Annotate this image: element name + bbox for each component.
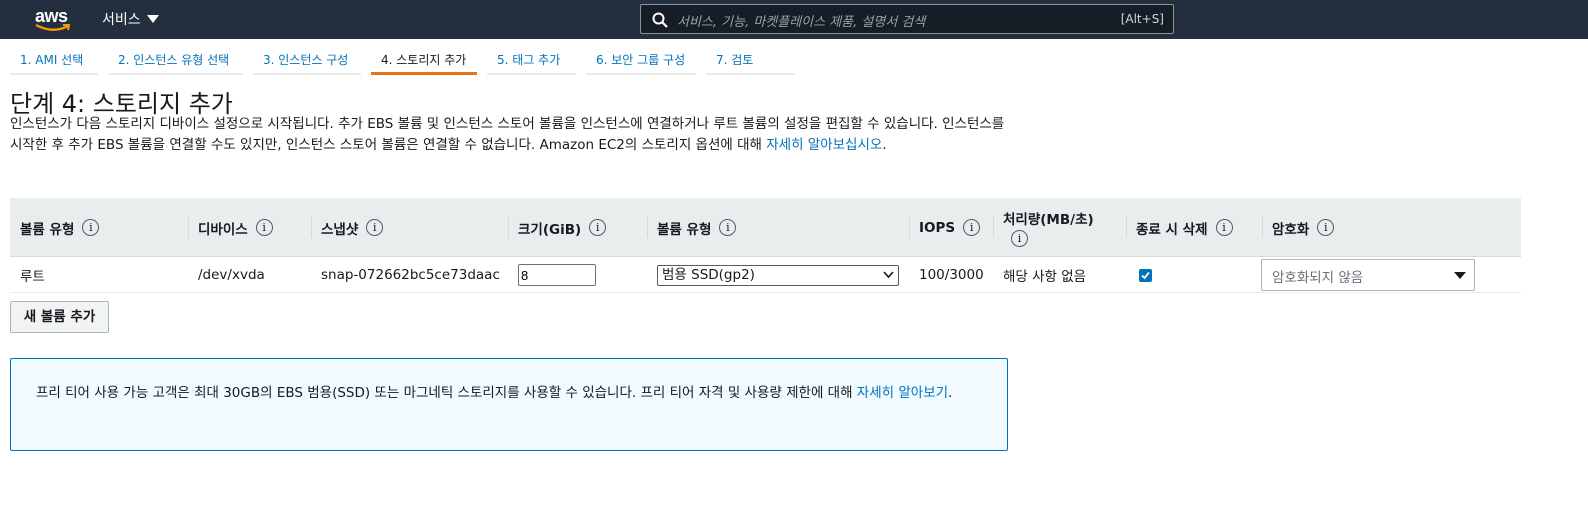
col-throughput: 처리량(MB/초) i xyxy=(993,198,1094,257)
tab-instance-type[interactable]: 2. 인스턴스 유형 선택 xyxy=(108,44,243,75)
col-volume-type: 볼륨 유형 i xyxy=(20,198,100,257)
free-tier-learn-more-link[interactable]: 자세히 알아보기 xyxy=(857,385,948,401)
cell-ebs-type: 범용 SSD(gp2) xyxy=(657,257,899,293)
volume-type-select[interactable]: 범용 SSD(gp2) xyxy=(657,264,899,286)
services-menu-button[interactable]: 서비스 xyxy=(102,9,159,29)
column-divider xyxy=(188,216,189,238)
col-snapshot: 스냅샷 i xyxy=(311,198,384,257)
learn-more-storage-link[interactable]: 자세히 알아보십시오 xyxy=(766,137,882,153)
info-icon[interactable]: i xyxy=(1011,230,1028,247)
checkmark-icon xyxy=(1141,271,1150,279)
column-divider xyxy=(1126,216,1127,238)
info-icon[interactable]: i xyxy=(719,219,737,236)
col-size: 크기(GiB) i xyxy=(508,198,607,257)
top-nav: aws 서비스 서비스, 기능, 마켓플레이스 제품, 설명서 검색 [Alt+… xyxy=(0,0,1588,39)
delete-on-termination-checkbox[interactable] xyxy=(1139,268,1152,282)
col-device: 디바이스 i xyxy=(188,198,273,257)
add-new-volume-button[interactable]: 새 볼륨 추가 xyxy=(10,301,109,333)
search-shortcut: [Alt+S] xyxy=(1120,12,1164,26)
col-delete-on-termination: 종료 시 삭제 i xyxy=(1126,198,1233,257)
info-icon[interactable]: i xyxy=(963,219,981,236)
col-encryption: 암호화 i xyxy=(1262,198,1335,257)
cell-encryption: 암호화되지 않음 xyxy=(1261,257,1475,293)
services-label: 서비스 xyxy=(102,12,141,28)
global-search-input[interactable]: 서비스, 기능, 마켓플레이스 제품, 설명서 검색 [Alt+S] xyxy=(640,4,1174,34)
encryption-select[interactable]: 암호화되지 않음 xyxy=(1261,259,1475,291)
aws-logo[interactable]: aws xyxy=(33,4,73,32)
info-icon[interactable]: i xyxy=(255,219,273,236)
info-icon[interactable]: i xyxy=(82,219,100,236)
info-icon[interactable]: i xyxy=(366,219,384,236)
info-icon[interactable]: i xyxy=(589,219,607,236)
column-divider xyxy=(508,216,509,238)
smile-arrow-icon xyxy=(35,23,71,31)
cell-volume-type: 루트 xyxy=(20,269,45,285)
search-icon xyxy=(652,12,668,28)
encryption-value: 암호화되지 않음 xyxy=(1272,270,1364,286)
column-divider xyxy=(647,216,648,238)
cell-throughput: 해당 사항 없음 xyxy=(1003,269,1087,285)
cell-size xyxy=(518,257,596,293)
table-row: 루트 /dev/xvda snap-072662bc5ce73daac 범용 S… xyxy=(10,257,1521,293)
cell-delete-on-termination xyxy=(1139,257,1152,293)
chevron-down-icon xyxy=(883,270,894,278)
volume-type-value: 범용 SSD(gp2) xyxy=(662,266,755,283)
column-divider xyxy=(993,216,994,238)
column-divider xyxy=(1262,216,1263,238)
info-icon[interactable]: i xyxy=(1317,219,1335,236)
caret-down-icon xyxy=(1454,272,1466,279)
size-input[interactable] xyxy=(518,264,596,286)
col-ebs-type: 볼륨 유형 i xyxy=(647,198,737,257)
page-description: 인스턴스가 다음 스토리지 디바이스 설정으로 시작됩니다. 추가 EBS 볼륨… xyxy=(10,116,1005,153)
tab-add-storage[interactable]: 4. 스토리지 추가 xyxy=(371,44,477,75)
table-header: 볼륨 유형 i 디바이스 i 스냅샷 i 크기(GiB) i 볼륨 유형 i I… xyxy=(10,198,1521,257)
info-icon[interactable]: i xyxy=(1215,219,1233,236)
col-iops: IOPS i xyxy=(909,198,981,257)
tab-security-group[interactable]: 6. 보안 그룹 구성 xyxy=(586,44,696,75)
tab-instance-config[interactable]: 3. 인스턴스 구성 xyxy=(253,44,361,75)
caret-down-icon xyxy=(146,15,159,23)
tab-ami-select[interactable]: 1. AMI 선택 xyxy=(10,44,98,75)
storage-table: 볼륨 유형 i 디바이스 i 스냅샷 i 크기(GiB) i 볼륨 유형 i I… xyxy=(10,198,1521,293)
column-divider xyxy=(311,216,312,238)
tab-review[interactable]: 7. 검토 xyxy=(706,44,795,75)
column-divider xyxy=(909,216,910,238)
cell-snapshot: snap-072662bc5ce73daac xyxy=(321,267,500,283)
free-tier-info-alert: 프리 티어 사용 가능 고객은 최대 30GB의 EBS 범용(SSD) 또는 … xyxy=(10,358,1008,451)
cell-device: /dev/xvda xyxy=(198,267,265,283)
tab-add-tags[interactable]: 5. 태그 추가 xyxy=(487,44,576,75)
cell-iops: 100/3000 xyxy=(919,267,984,283)
search-placeholder: 서비스, 기능, 마켓플레이스 제품, 설명서 검색 xyxy=(677,15,926,30)
